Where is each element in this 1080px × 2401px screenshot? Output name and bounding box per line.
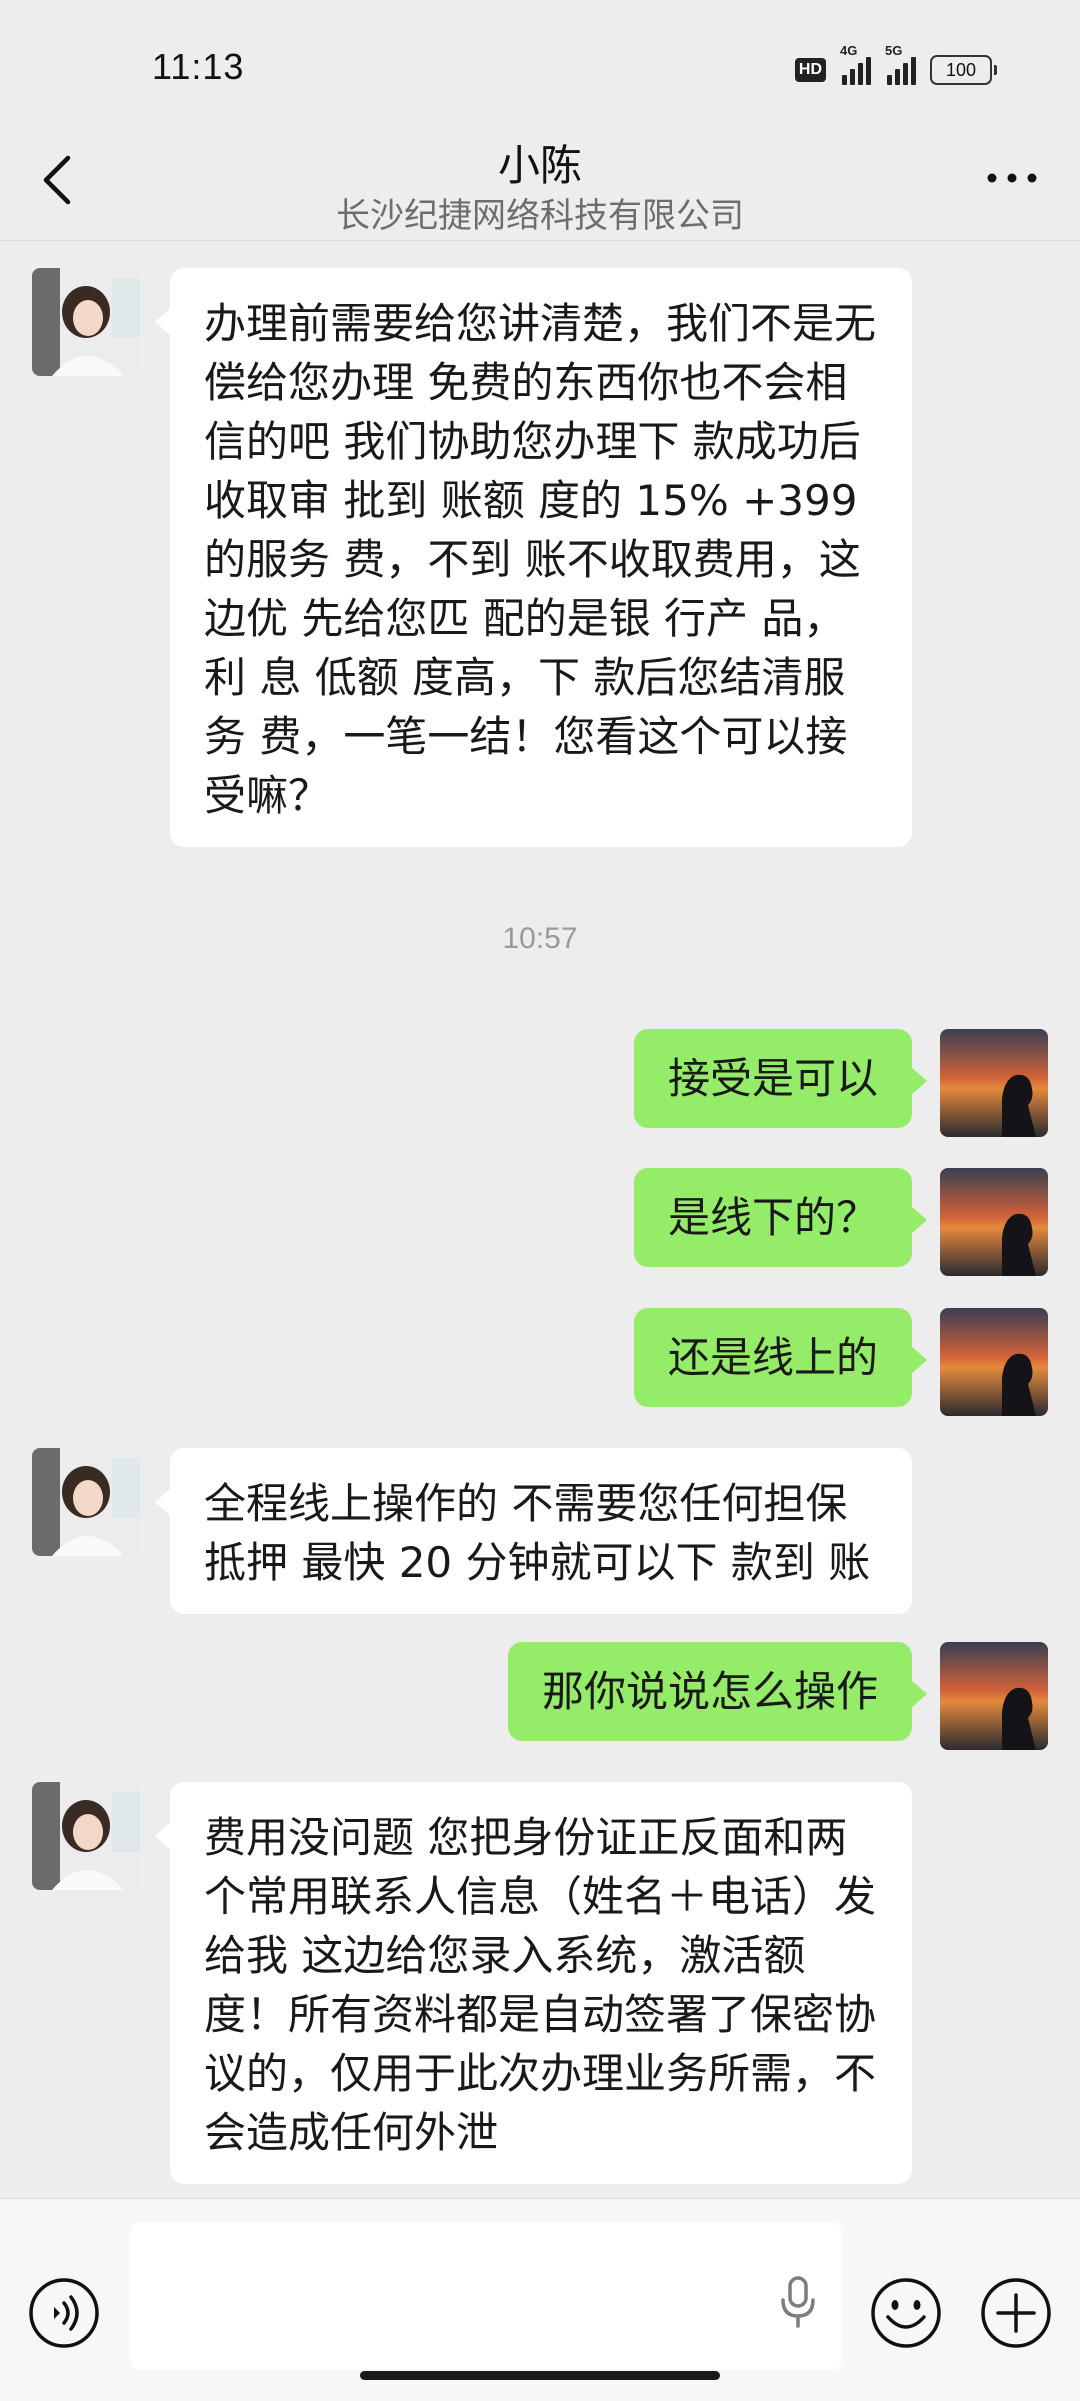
message-bubble-sent[interactable]: 那你说说怎么操作 [507,1642,928,1741]
message-text: 那你说说怎么操作 [541,1667,878,1716]
message-bubble-sent[interactable]: 还是线上的 [633,1308,928,1407]
voice-icon [29,2278,99,2348]
signal-4g-icon: 4G [840,43,871,85]
more-button[interactable] [982,158,1042,198]
message-bubble-received[interactable]: 全程线上操作的 不需要您任何担保抵押 最快 20 分钟就可以下 款到 账 [155,1448,912,1614]
chat-header: 小陈 长沙纪捷网络科技有限公司 [0,122,1080,241]
contact-avatar[interactable] [32,1448,140,1556]
home-indicator[interactable] [360,2371,720,2380]
plus-icon [981,2278,1051,2348]
chat-subtitle: 长沙纪捷网络科技有限公司 [336,196,744,236]
message-text: 是线下的？ [667,1193,878,1242]
message-text: 接受是可以 [667,1054,878,1103]
signal-5g-icon: 5G [885,43,916,85]
message-input[interactable] [130,2222,842,2370]
network-label-4g: 4G [840,43,858,58]
status-icons: HD 4G 5G 100 [794,43,997,88]
network-label-5g: 5G [885,43,903,58]
message-text: 还是线上的 [667,1333,878,1382]
chat-title: 小陈 [497,141,582,190]
hd-icon: HD [794,58,826,82]
emoji-button[interactable] [868,2275,944,2351]
voice-button[interactable] [26,2275,102,2351]
microphone-icon[interactable] [778,2274,818,2330]
user-avatar[interactable] [940,1029,1048,1137]
message-bubble-sent[interactable]: 接受是可以 [633,1029,928,1128]
more-dots-icon [987,173,1037,183]
more-functions-button[interactable] [978,2275,1054,2351]
time-separator: 10:57 [502,922,578,955]
status-time: 11:13 [152,46,245,87]
contact-avatar[interactable] [32,1782,140,1890]
contact-avatar[interactable] [32,268,140,376]
user-avatar[interactable] [940,1168,1048,1276]
emoji-icon [871,2278,941,2348]
user-avatar[interactable] [940,1308,1048,1416]
message-text: 全程线上操作的 不需要您任何担保抵押 最快 20 分钟就可以下 款到 账 [204,1479,871,1587]
status-bar: 11:13 HD 4G 5G 100 [0,0,1080,130]
battery-icon: 100 [930,55,997,85]
message-text: 费用没问题 您把身份证正反面和两个常用联系人信息（姓名＋电话）发给我 这边给您录… [204,1813,877,2157]
user-avatar[interactable] [940,1642,1048,1750]
message-bubble-sent[interactable]: 是线下的？ [633,1168,928,1267]
message-text: 办理前需要给您讲清楚，我们不是无偿给您办理 免费的东西你也不会相信的吧 我们协助… [204,299,877,820]
message-bubble-received[interactable]: 费用没问题 您把身份证正反面和两个常用联系人信息（姓名＋电话）发给我 这边给您录… [155,1782,912,2184]
message-bubble-received[interactable]: 办理前需要给您讲清楚，我们不是无偿给您办理 免费的东西你也不会相信的吧 我们协助… [155,268,912,847]
